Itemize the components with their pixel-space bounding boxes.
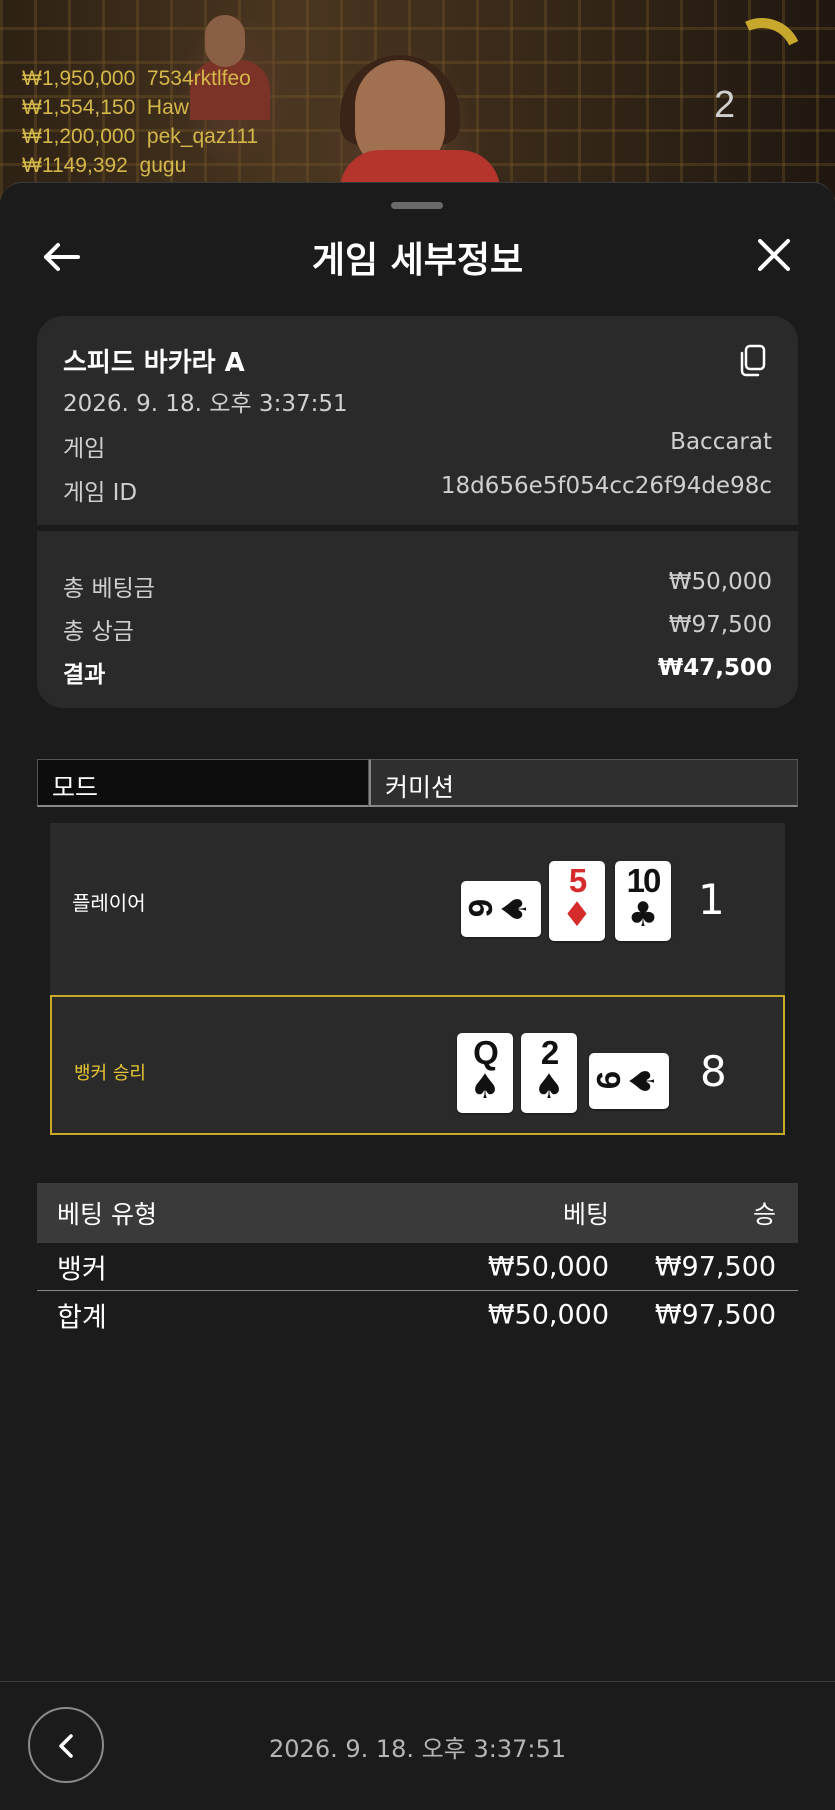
- bet-amount-cell: ₩50,000: [487, 1251, 609, 1282]
- page-title: 게임 세부정보: [311, 240, 524, 281]
- tab-mode[interactable]: 모드: [37, 759, 369, 807]
- total-win-value: ₩97,500: [668, 612, 772, 638]
- total-win-cell: ₩97,500: [654, 1299, 776, 1330]
- total-bet-value: ₩50,000: [668, 569, 772, 595]
- footer-datetime: 2026. 9. 18. 오후 3:37:51: [269, 1735, 566, 1763]
- winner-entry: ₩1,950,000 7534rktlfeo: [22, 67, 251, 90]
- bets-table: 베팅 유형 베팅 승 뱅커 ₩50,000 ₩97,500 합계 ₩50,000…: [37, 1183, 798, 1338]
- banker-hand: 뱅커 승리 Q ♠ 2 ♠ 6 ♠ 8: [50, 995, 785, 1135]
- footer-divider: [0, 1681, 835, 1682]
- background-dealer-head: [205, 15, 245, 67]
- game-details-sheet: 게임 세부정보 스피드 바카라 A 2026. 9. 18. 오후 3:37:5…: [0, 182, 835, 1810]
- banker-card-1: Q ♠: [457, 1033, 513, 1113]
- game-summary-card: 스피드 바카라 A 2026. 9. 18. 오후 3:37:51 게임 Bac…: [37, 316, 798, 708]
- detail-tabs: 모드 커미션: [37, 759, 798, 809]
- winner-entry: ₩1,200,000 pek_qaz111: [22, 125, 259, 148]
- tab-commission[interactable]: 커미션: [369, 759, 798, 807]
- result-value: ₩47,500: [657, 655, 772, 681]
- player-card-1: 9 ♠: [461, 881, 541, 937]
- game-type-value: Baccarat: [670, 429, 772, 455]
- bet-type-cell: 뱅커: [57, 1254, 107, 1285]
- banker-card-2: 2 ♠: [521, 1033, 577, 1113]
- round-number: 2: [714, 84, 736, 126]
- total-win-label: 총 상금: [63, 619, 134, 645]
- game-type-label: 게임: [63, 436, 106, 462]
- win-amount-cell: ₩97,500: [654, 1251, 776, 1282]
- banker-card-3: 6 ♠: [589, 1053, 669, 1109]
- winners-ticker: ₩1,950,000 7534rktlfeo ₩1,554,150 Haw ₩1…: [22, 64, 258, 180]
- table-row: 뱅커 ₩50,000 ₩97,500: [37, 1243, 798, 1291]
- live-video-background: ₩1,950,000 7534rktlfeo ₩1,554,150 Haw ₩1…: [0, 0, 835, 200]
- game-id-label: 게임 ID: [63, 480, 138, 506]
- column-header-bet-type: 베팅 유형: [57, 1200, 157, 1229]
- player-card-3: 10 ♣: [615, 861, 671, 941]
- result-label: 결과: [63, 662, 106, 688]
- close-icon[interactable]: [752, 233, 796, 277]
- table-row-total: 합계 ₩50,000 ₩97,500: [37, 1291, 798, 1338]
- banker-score: 8: [700, 1047, 727, 1096]
- drag-handle[interactable]: [391, 202, 443, 209]
- game-id-value: 18d656e5f054cc26f94de98c: [440, 473, 772, 499]
- player-score: 1: [698, 875, 725, 924]
- banker-win-label: 뱅커 승리: [74, 1063, 146, 1084]
- column-header-bet: 베팅: [562, 1200, 609, 1229]
- winner-entry: ₩1149,392 gugu: [22, 154, 187, 177]
- total-bet-label: 총 베팅금: [63, 576, 155, 602]
- game-datetime: 2026. 9. 18. 오후 3:37:51: [63, 391, 348, 417]
- copy-icon[interactable]: [737, 344, 767, 378]
- player-hand: 플레이어 9 ♠ 5 ♦ 10 ♣ 1: [50, 823, 785, 995]
- total-bet-cell: ₩50,000: [487, 1299, 609, 1330]
- table-header: 베팅 유형 베팅 승: [37, 1183, 798, 1243]
- game-name: 스피드 바카라 A: [63, 348, 245, 378]
- player-card-2: 5 ♦: [549, 861, 605, 941]
- divider: [37, 525, 798, 531]
- player-label: 플레이어: [72, 891, 146, 915]
- winner-entry: ₩1,554,150 Haw: [22, 96, 189, 119]
- total-label-cell: 합계: [57, 1302, 107, 1333]
- column-header-win: 승: [752, 1200, 776, 1229]
